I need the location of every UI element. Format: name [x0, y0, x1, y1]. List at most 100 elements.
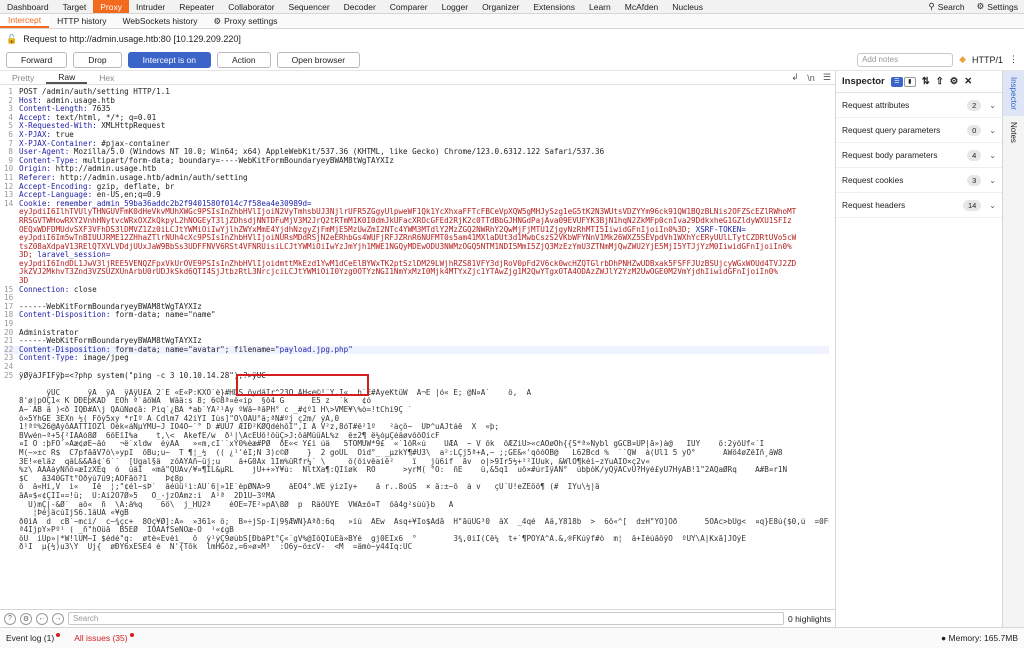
tab-websockets-history[interactable]: WebSockets history — [115, 14, 206, 28]
settings-button[interactable]: ⚙ Settings — [971, 0, 1024, 13]
binary-line: ÿÛC ÿÅ ÿÄ ÿÃÿÚ£Ä 2`È «E«P:KXÖ`è}#HDS öyd… — [19, 388, 532, 397]
header-key: Content-Type: — [19, 156, 79, 165]
event-log-link[interactable]: Event log (1) — [6, 633, 61, 643]
menu-icon[interactable]: ☰ — [819, 71, 835, 84]
gear-icon[interactable]: ⚙ — [20, 612, 32, 625]
inspector-row-headers[interactable]: Request headers 14 ⌄ — [836, 193, 1002, 218]
proxy-settings-label: Proxy settings — [224, 16, 278, 26]
tab-proxy-settings[interactable]: ⚙ Proxy settings — [205, 14, 285, 28]
cookie-value-wrap: eyJpdiI6IlhTVUlyTHNGUVFmK0dHeVkvMUhXWGc9… — [19, 208, 797, 217]
tab-extensions[interactable]: Extensions — [526, 0, 582, 13]
editor-view-tabs: Pretty Raw Hex ↲ \n ☰ — [0, 71, 835, 85]
search-input[interactable]: Search — [68, 612, 784, 625]
action-button[interactable]: Action — [217, 51, 271, 68]
tab-intruder[interactable]: Intruder — [129, 0, 172, 13]
filename-value: "payload.jpg.php" — [275, 345, 353, 354]
count-badge: 3 — [967, 174, 982, 186]
binary-line: 1!ªº%26@ÃýôÃÅTTIÔZl Òèk«áNµYMÜ~J IÖ4Ô~`°… — [19, 423, 500, 432]
tab-comparer[interactable]: Comparer — [383, 0, 435, 13]
highlight-color-icon[interactable]: ◆ — [959, 54, 966, 65]
cookie-value-wrap: OEQxWDFDMUdvSXF3VFhDS3lDMVZ1Zz0iLCJtYWMi… — [4, 226, 829, 235]
side-tab-inspector[interactable]: Inspector — [1002, 71, 1024, 116]
tab-logger[interactable]: Logger — [435, 0, 475, 13]
tab-http-history[interactable]: HTTP history — [49, 14, 114, 28]
line-number: 4 — [8, 113, 13, 122]
side-tab-notes[interactable]: Notes — [1009, 116, 1018, 149]
inspector-row-attributes[interactable]: Request attributes 2 ⌄ — [836, 93, 1002, 118]
collapse-icon[interactable]: ⇧ — [936, 76, 944, 87]
line-number: 1 — [8, 88, 13, 96]
line-number: 13 — [4, 191, 14, 200]
settings-label: Settings — [987, 1, 1018, 12]
tab-intercept[interactable]: Intercept — [0, 14, 50, 28]
binary-line: 3Ë!«eläz qâL&&Åâ¢`6`` [Ùgal§ä zôÀYÃñ~üj;… — [19, 457, 650, 466]
tab-sequencer[interactable]: Sequencer — [282, 0, 337, 13]
notes-input[interactable]: Add notes — [857, 52, 954, 67]
request-target-text: Request to http://admin.usage.htb:80 [10… — [23, 34, 241, 44]
list-view-icon[interactable]: ☰ — [890, 76, 903, 87]
raw-request-body[interactable]: 1 POST /admin/auth/setting HTTP/1.1 2 Host… — [0, 85, 835, 609]
inspector-row-body-params[interactable]: Request body parameters 4 ⌄ — [836, 143, 1002, 168]
inspector-row-query-params[interactable]: Request query parameters 0 ⌄ — [836, 118, 1002, 143]
code-line: 23 Content-Type: image/jpeg — [4, 354, 829, 363]
header-value: #pjax-container — [96, 139, 170, 148]
tab-nucleus[interactable]: Nucleus — [665, 0, 710, 13]
drop-button[interactable]: Drop — [73, 51, 122, 68]
row-label: Request cookies — [842, 175, 904, 185]
binary-line: ¤I Ö :þFÖ`»Ãæ¢øÊ~äó ¬ë`xldw éýÃÃ »«m,cÏ`… — [19, 440, 765, 449]
field-value: Administrator — [19, 328, 79, 337]
editor-tab-spacer — [126, 71, 787, 84]
forward-button[interactable]: Forward — [6, 51, 68, 68]
tab-raw[interactable]: Raw — [46, 71, 88, 84]
tab-collaborator[interactable]: Collaborator — [221, 0, 281, 13]
more-options-icon[interactable]: ⋮ — [1009, 54, 1018, 65]
wrap-icon[interactable]: ↲ — [787, 71, 803, 84]
inspector-row-cookies[interactable]: Request cookies 3 ⌄ — [836, 168, 1002, 193]
tab-decoder[interactable]: Decoder — [337, 0, 383, 13]
code-line: 20 Administrator — [4, 329, 829, 338]
column-view-icon[interactable]: ▮ — [903, 76, 916, 87]
boundary-text: ------WebKitFormBoundaryeyBWAM8tWgTAYXIz — [19, 337, 202, 346]
help-icon[interactable]: ? — [4, 612, 16, 625]
code-line: 13 Accept-Language: en-US,en;q=0.9 — [4, 191, 829, 200]
header-key: X-PJAX: — [19, 130, 52, 139]
binary-line: BVwén~ª+5{²ÏÃÃó8Ø 6õÉîÌ%a t,\< ÃkefÊ/w ð… — [19, 431, 440, 440]
tab-proxy[interactable]: Proxy — [93, 0, 129, 13]
code-line-filename: 22 Content-Disposition: form-data; name="… — [4, 345, 829, 355]
tab-organizer[interactable]: Organizer — [475, 0, 526, 13]
back-arrow-icon[interactable]: ← — [36, 612, 48, 625]
close-icon[interactable]: ✕ — [964, 76, 972, 87]
code-line: 4 Accept: text/html, */*; q=0.01 — [4, 114, 829, 123]
gear-icon[interactable]: ⚙ — [950, 76, 959, 87]
code-line: 7 X-PJAX-Container: #pjax-container — [4, 140, 829, 149]
line-number: 8 — [8, 148, 13, 157]
tab-repeater[interactable]: Repeater — [172, 0, 221, 13]
code-line: 6 X-PJAX: true — [4, 131, 829, 140]
global-search-button[interactable]: ⚲ Search — [922, 0, 970, 13]
newline-icon[interactable]: \n — [803, 71, 819, 84]
tab-spacer — [710, 0, 922, 13]
sort-icon[interactable]: ⇅ — [922, 76, 930, 87]
tab-pretty[interactable]: Pretty — [0, 71, 46, 84]
layout-toggle[interactable]: ☰ ▮ — [890, 76, 916, 87]
tab-mcafden[interactable]: McAfden — [618, 0, 666, 13]
header-key: Content-Disposition: — [19, 345, 111, 354]
all-issues-link[interactable]: All issues (35) — [74, 633, 134, 643]
status-bar: Event log (1) All issues (35) ● Memory: … — [0, 627, 1024, 648]
http-version-label[interactable]: HTTP/1 — [972, 55, 1003, 65]
alert-dot-icon — [129, 633, 134, 637]
tab-target[interactable]: Target — [56, 0, 94, 13]
search-icon: ⚲ — [928, 1, 935, 11]
count-badge: 14 — [962, 199, 982, 211]
cookie-name: XSRF-TOKEN= — [691, 225, 746, 234]
tab-dashboard[interactable]: Dashboard — [0, 0, 56, 13]
open-browser-button[interactable]: Open browser — [276, 51, 361, 68]
tab-hex[interactable]: Hex — [87, 71, 126, 84]
cookie-value-wrap: eyJpdiI6Im5wTnBIUUJRME12ZHhaZTlrNUh4cXc9… — [19, 234, 797, 243]
intercept-toggle-button[interactable]: Intercept is on — [127, 51, 212, 68]
line-number: 15 — [4, 285, 14, 294]
tab-learn[interactable]: Learn — [582, 0, 618, 13]
code-line: 15 Connection: close — [4, 286, 829, 295]
line-number: 18 — [4, 311, 14, 320]
forward-arrow-icon[interactable]: → — [52, 612, 64, 625]
